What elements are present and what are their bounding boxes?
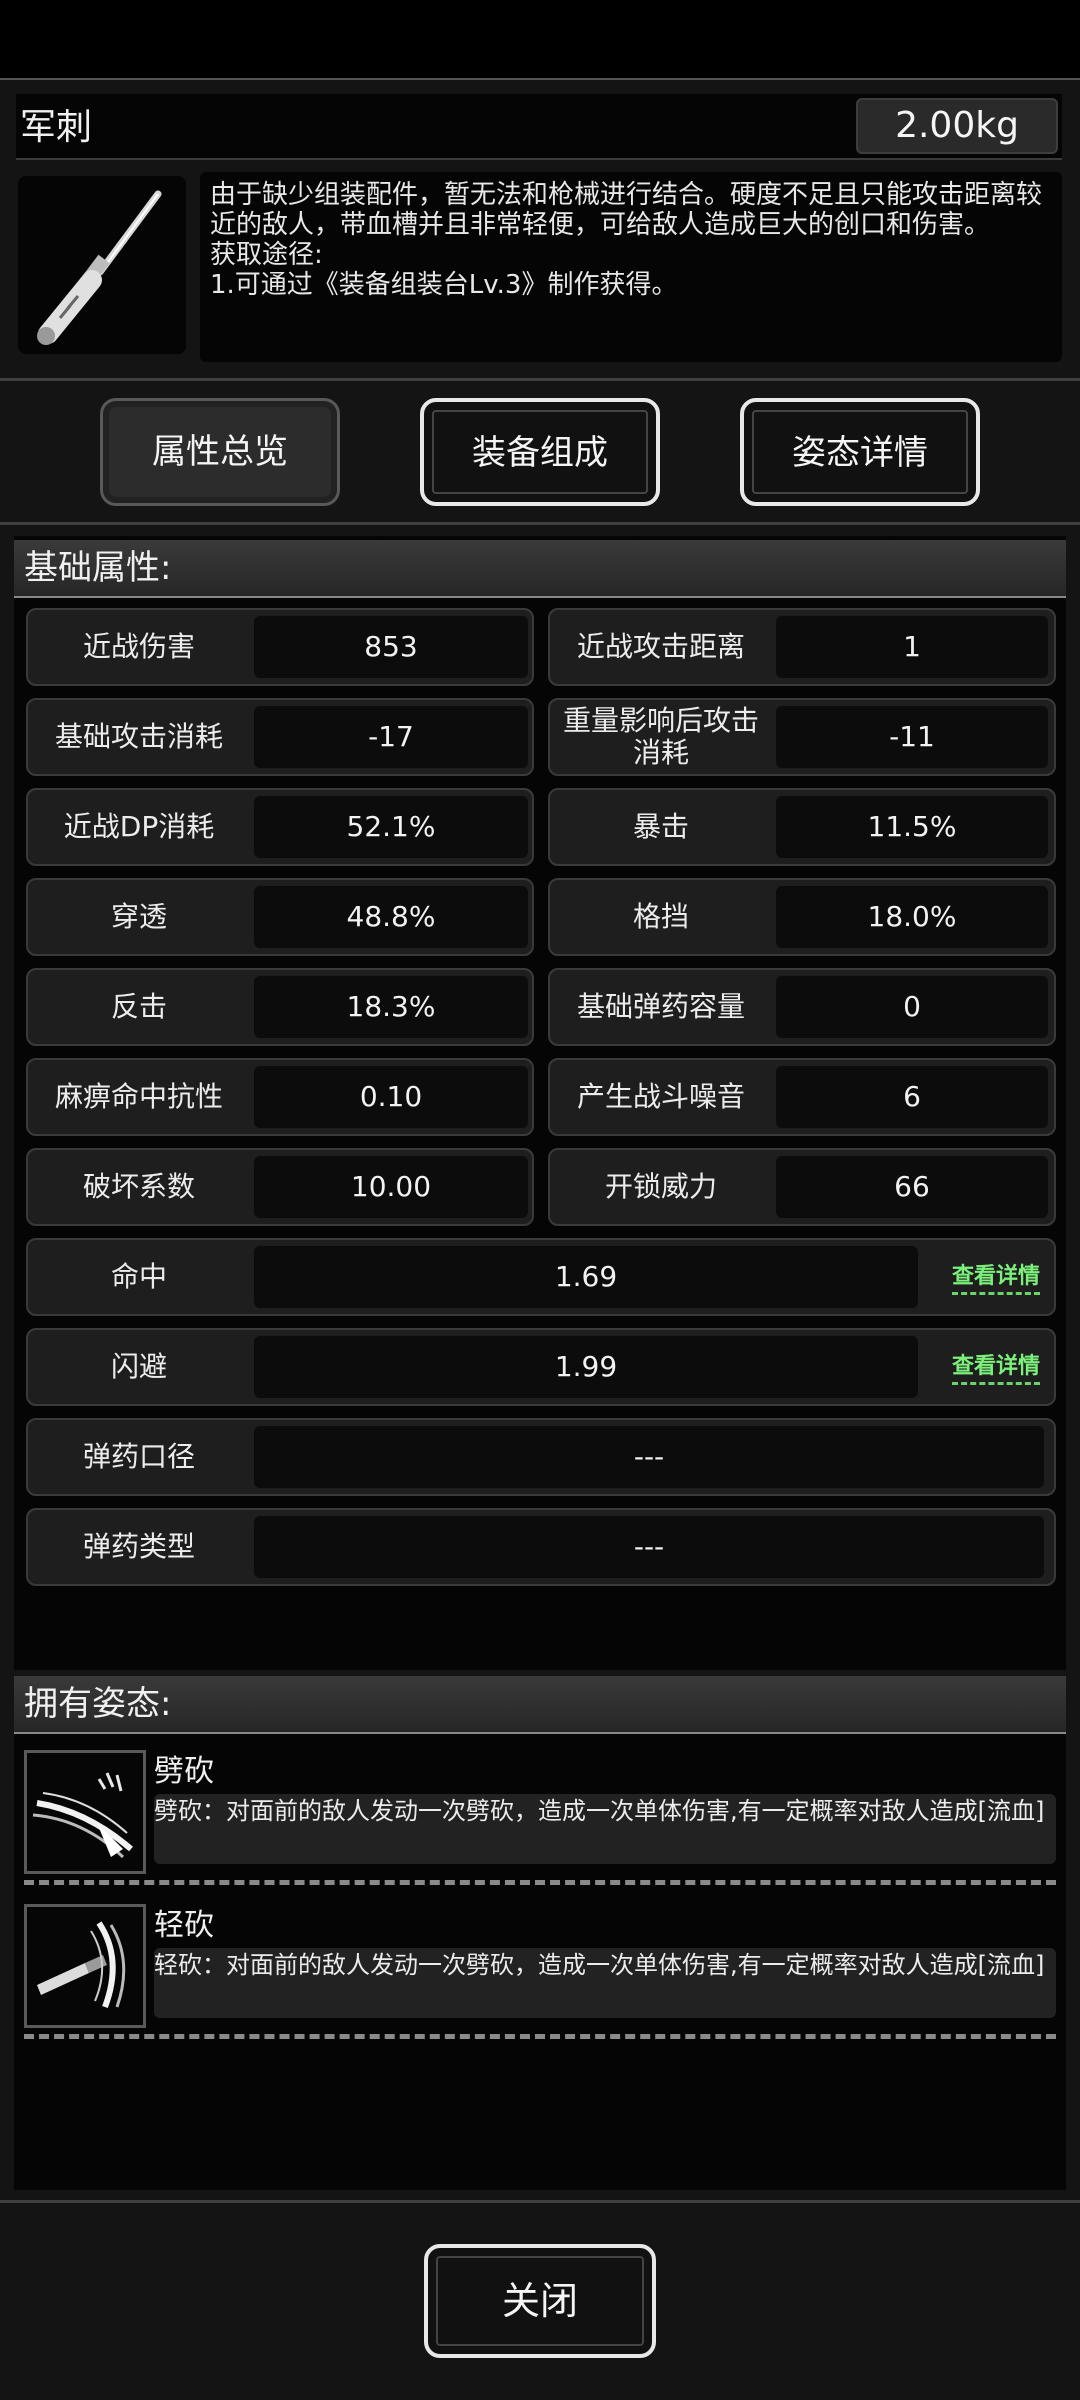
base-stats-header: 基础属性: [14,540,1066,598]
stat-ammo-caliber: 弹药口径 --- [26,1418,1056,1496]
stat-label: 产生战斗噪音 [576,1080,745,1113]
stat-value: 48.8% [254,886,528,948]
stat-label: 近战DP消耗 [63,810,215,843]
stat-counterattack: 反击 18.3% [26,968,534,1046]
stat-label: 开锁威力 [604,1170,717,1203]
divider [24,2034,1056,2039]
accuracy-details-link[interactable]: 查看详情 [951,1258,1040,1295]
stat-accuracy: 命中 1.69 查看详情 [26,1238,1056,1316]
stat-value: 52.1% [254,796,528,858]
stat-melee-damage: 近战伤害 853 [26,608,534,686]
stat-value: 11.5% [776,796,1048,858]
stat-value: 0 [776,976,1048,1038]
stat-label: 近战伤害 [82,630,195,663]
stat-evasion: 闪避 1.99 查看详情 [26,1328,1056,1406]
item-name: 军刺 [20,107,93,148]
stat-value: 66 [776,1156,1048,1218]
item-weight: 2.00kg [856,98,1058,154]
evasion-details-link[interactable]: 查看详情 [951,1348,1040,1385]
close-button[interactable]: 关闭 [424,2244,656,2358]
stat-lockpick-power: 开锁威力 66 [548,1148,1056,1226]
stat-block: 格挡 18.0% [548,878,1056,956]
stat-value: 853 [254,616,528,678]
light-slash-icon [24,1904,146,2028]
stat-critical: 暴击 11.5% [548,788,1056,866]
stat-value: 6 [776,1066,1048,1128]
stat-label: 基础弹药容量 [576,990,745,1023]
stat-value: 1.69 [254,1246,918,1308]
stances-header: 拥有姿态: [14,1676,1066,1734]
stat-label: 穿透 [110,900,167,933]
stat-label: 近战攻击距离 [576,630,745,663]
stat-label: 麻痹命中抗性 [54,1080,223,1113]
tab-equipment-composition[interactable]: 装备组成 [420,398,660,506]
stat-label: 格挡 [632,900,689,933]
stat-label: 基础攻击消耗 [54,720,223,753]
stat-label: 弹药口径 [82,1440,195,1473]
divider [24,1880,1056,1885]
stance-name: 轻砍 [154,1908,214,1943]
item-image [18,176,186,354]
stat-paralysis-resistance: 麻痹命中抗性 0.10 [26,1058,534,1136]
stat-label: 弹药类型 [82,1530,195,1563]
stat-value: 18.0% [776,886,1048,948]
stat-label: 破坏系数 [82,1170,195,1203]
stat-value: 18.3% [254,976,528,1038]
stat-value: 10.00 [254,1156,528,1218]
stat-base-attack-cost: 基础攻击消耗 -17 [26,698,534,776]
stat-value: -11 [776,706,1048,768]
stat-label: 暴击 [632,810,689,843]
slash-icon [24,1750,146,1874]
stat-ammo-type: 弹药类型 --- [26,1508,1056,1586]
stat-value: 1.99 [254,1336,918,1398]
stat-combat-noise: 产生战斗噪音 6 [548,1058,1056,1136]
stance-name: 劈砍 [154,1754,214,1789]
stat-value: --- [254,1426,1044,1488]
tab-attributes-overview[interactable]: 属性总览 [100,398,340,506]
stat-base-ammo-capacity: 基础弹药容量 0 [548,968,1056,1046]
divider [0,2200,1080,2203]
stat-label: 反击 [110,990,167,1023]
stance-description: 轻砍：对面前的敌人发动一次劈砍，造成一次单体伤害,有一定概率对敌人造成[流血] [154,1948,1056,2018]
stat-melee-dp-cost: 近战DP消耗 52.1% [26,788,534,866]
stat-destruction-factor: 破坏系数 10.00 [26,1148,534,1226]
stat-value: 1 [776,616,1048,678]
stat-penetration: 穿透 48.8% [26,878,534,956]
stat-label: 重量影响后攻击消耗 [562,704,759,769]
stat-label: 闪避 [110,1350,167,1383]
divider [0,522,1080,525]
stat-value: -17 [254,706,528,768]
stat-label: 命中 [110,1260,167,1293]
stat-weighted-attack-cost: 重量影响后攻击消耗 -11 [548,698,1056,776]
stat-value: 0.10 [254,1066,528,1128]
stat-melee-range: 近战攻击距离 1 [548,608,1056,686]
stance-description: 劈砍：对面前的敌人发动一次劈砍，造成一次单体伤害,有一定概率对敌人造成[流血] [154,1794,1056,1864]
divider [0,378,1080,381]
tab-stance-details[interactable]: 姿态详情 [740,398,980,506]
stat-value: --- [254,1516,1044,1578]
item-description: 由于缺少组装配件，暂无法和枪械进行结合。硬度不足且只能攻击距离较近的敌人，带血槽… [200,172,1062,362]
bayonet-icon [37,190,162,345]
